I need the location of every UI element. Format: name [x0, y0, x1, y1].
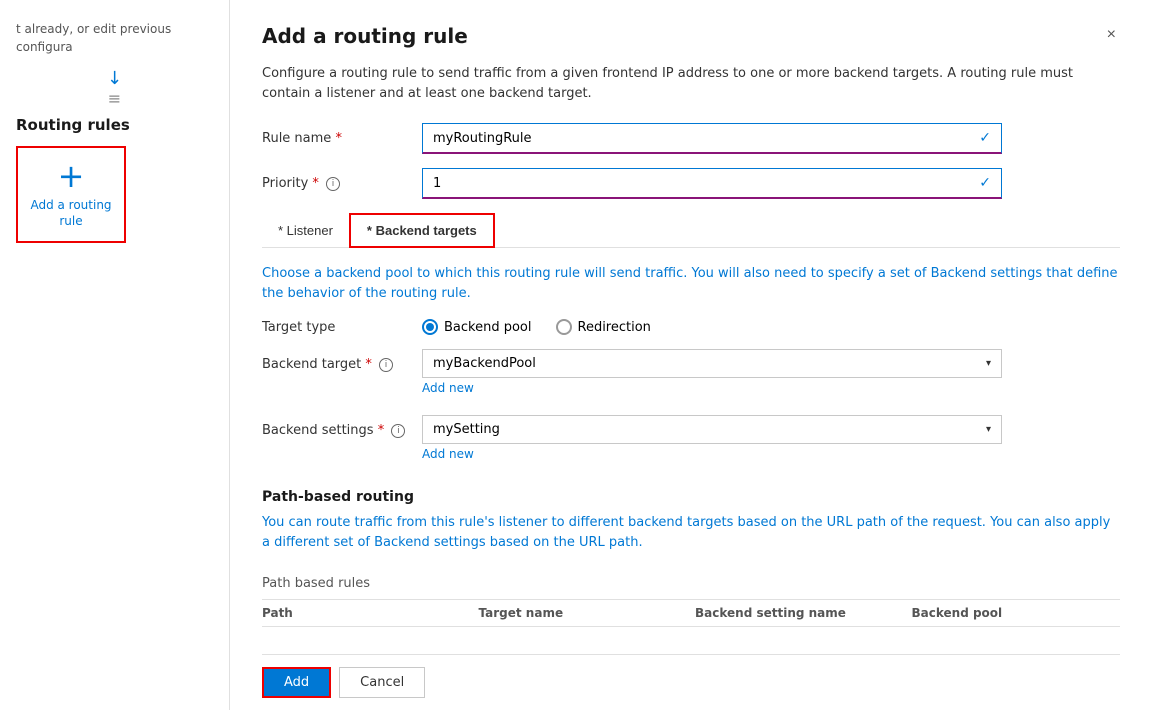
plus-icon: +	[58, 160, 85, 192]
target-type-row: Target type Backend pool Redirection	[262, 319, 1120, 335]
rule-name-label: Rule name *	[262, 123, 422, 146]
col-backend-setting: Backend setting name	[687, 606, 904, 620]
backend-pool-value: myBackendPool	[433, 356, 536, 371]
backend-settings-select[interactable]: mySetting ▾	[422, 415, 1002, 444]
rule-name-input-box[interactable]: ✓	[422, 123, 1002, 154]
priority-label: Priority * i	[262, 168, 422, 191]
backend-target-label: Backend target * i	[262, 349, 422, 372]
backend-settings-required: *	[378, 423, 385, 438]
radio-backend-pool-label: Backend pool	[444, 320, 532, 335]
close-button[interactable]: ×	[1103, 24, 1120, 46]
table-header: Path Target name Backend setting name Ba…	[262, 599, 1120, 627]
backend-settings-field: mySetting ▾ Add new	[422, 415, 1002, 467]
cancel-button[interactable]: Cancel	[339, 667, 425, 698]
target-type-label: Target type	[262, 320, 422, 335]
add-routing-rule-button[interactable]: + Add a routing rule	[16, 146, 126, 243]
routing-rules-section: ↓ ≡ Routing rules + Add a routing rule	[0, 68, 229, 243]
add-new-backend-link[interactable]: Add new	[422, 381, 1002, 395]
backend-settings-value: mySetting	[433, 422, 500, 437]
radio-group: Backend pool Redirection	[422, 319, 651, 335]
priority-row: Priority * i ✓	[262, 168, 1120, 199]
priority-check-icon: ✓	[979, 175, 991, 191]
radio-backend-pool-circle	[422, 319, 438, 335]
priority-input-box[interactable]: ✓	[422, 168, 1002, 199]
col-target-name: Target name	[471, 606, 688, 620]
backend-settings-label: Backend settings * i	[262, 415, 422, 438]
sidebar: t already, or edit previous configura ↓ …	[0, 0, 230, 710]
tab-backend-targets[interactable]: * Backend targets	[349, 213, 495, 248]
path-based-rules-label: Path based rules	[262, 576, 1120, 591]
backend-target-info-icon[interactable]: i	[379, 358, 393, 372]
priority-info-icon[interactable]: i	[326, 177, 340, 191]
page-title: Add a routing rule	[262, 24, 468, 48]
arrow-down-icon: ↓	[107, 68, 122, 89]
priority-required: *	[312, 176, 319, 191]
routing-icon: ↓ ≡	[16, 68, 213, 108]
lines-icon: ≡	[108, 89, 121, 108]
add-button[interactable]: Add	[262, 667, 331, 698]
main-panel: Add a routing rule × Configure a routing…	[230, 0, 1152, 710]
path-based-routing-title: Path-based routing	[262, 489, 1120, 505]
radio-backend-pool[interactable]: Backend pool	[422, 319, 532, 335]
col-path: Path	[262, 606, 471, 620]
radio-redirection-label: Redirection	[578, 320, 651, 335]
backend-pool-row: Backend target * i myBackendPool ▾ Add n…	[262, 349, 1120, 401]
path-based-rules-section: Path based rules Path Target name Backen…	[262, 576, 1120, 627]
backend-description: Choose a backend pool to which this rout…	[262, 264, 1120, 303]
rule-name-check-icon: ✓	[979, 130, 991, 146]
priority-input[interactable]	[433, 176, 979, 191]
backend-settings-info-icon[interactable]: i	[391, 424, 405, 438]
sidebar-text: t already, or edit previous configura	[0, 20, 229, 68]
add-new-settings-link[interactable]: Add new	[422, 447, 1002, 461]
rule-name-row: Rule name * ✓	[262, 123, 1120, 154]
rule-name-required: *	[335, 131, 342, 146]
radio-redirection[interactable]: Redirection	[556, 319, 651, 335]
path-based-description: You can route traffic from this rule's l…	[262, 513, 1120, 552]
rule-name-input[interactable]	[433, 131, 979, 146]
backend-pool-select[interactable]: myBackendPool ▾	[422, 349, 1002, 378]
backend-settings-row: Backend settings * i mySetting ▾ Add new	[262, 415, 1120, 467]
priority-field: ✓	[422, 168, 1002, 199]
tab-listener[interactable]: * Listener	[262, 213, 349, 247]
backend-pool-chevron: ▾	[986, 358, 991, 369]
footer: Add Cancel	[262, 654, 1120, 710]
backend-pool-field: myBackendPool ▾ Add new	[422, 349, 1002, 401]
col-backend-pool: Backend pool	[904, 606, 1121, 620]
panel-header: Add a routing rule ×	[262, 24, 1120, 48]
routing-rules-title: Routing rules	[16, 116, 213, 134]
tabs-row: * Listener * Backend targets	[262, 213, 1120, 248]
backend-settings-chevron: ▾	[986, 424, 991, 435]
backend-target-required: *	[365, 357, 372, 372]
panel-description: Configure a routing rule to send traffic…	[262, 64, 1120, 103]
rule-name-field: ✓	[422, 123, 1002, 154]
add-routing-rule-label: Add a routing rule	[30, 198, 112, 229]
radio-redirection-circle	[556, 319, 572, 335]
